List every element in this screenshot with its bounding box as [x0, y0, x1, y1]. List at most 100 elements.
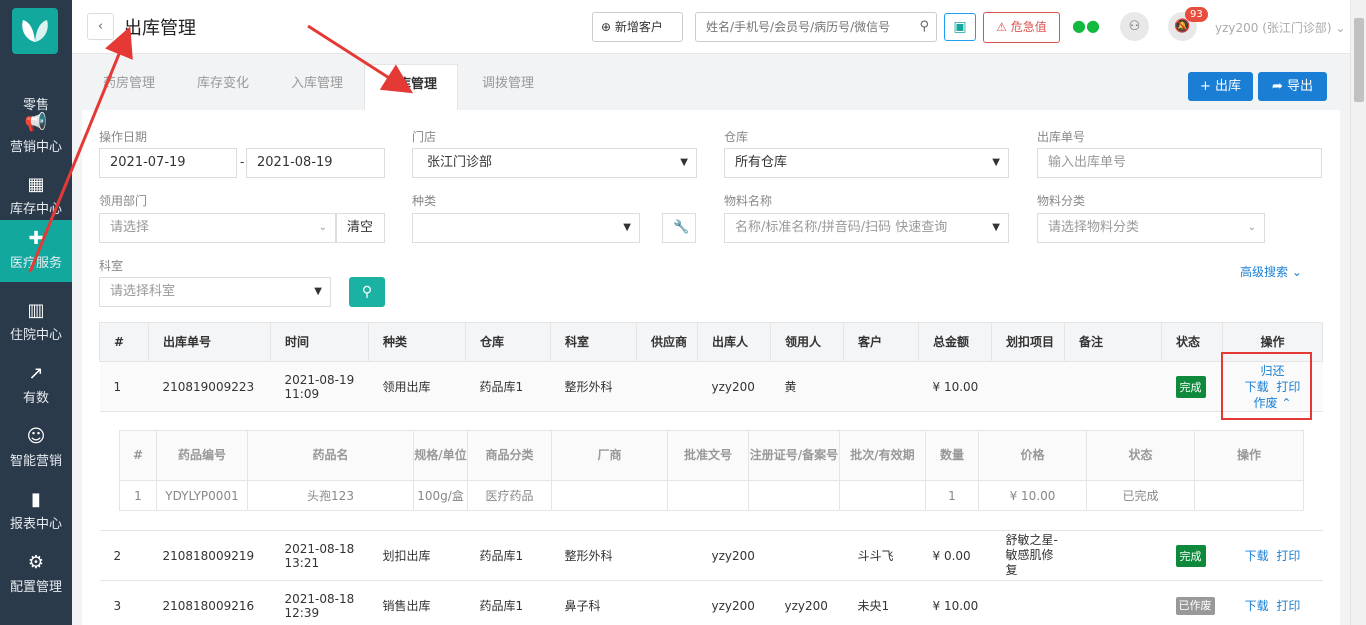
- chevron-down-icon: ▼: [680, 157, 688, 168]
- global-search: ⚲: [695, 12, 937, 42]
- dept-select[interactable]: 请选择 ⌄: [99, 213, 336, 243]
- outbound-button[interactable]: + 出库: [1188, 72, 1253, 101]
- drug-category: 医疗药品: [467, 480, 552, 511]
- registration-no: [748, 480, 840, 511]
- sidebar-item-reports[interactable]: ▮ 报表中心: [0, 481, 72, 543]
- export-button[interactable]: ➦ 导出: [1258, 72, 1327, 101]
- id-card-button[interactable]: ▣: [944, 13, 976, 41]
- row-index: 3: [99, 580, 149, 625]
- kind: 销售出库: [368, 580, 466, 625]
- table-row[interactable]: 2 210818009219 2021-08-18 13:21 划扣出库 药品库…: [99, 530, 1323, 581]
- tab-inbound[interactable]: 入库管理: [270, 64, 364, 110]
- customer: 未央1: [843, 580, 919, 625]
- clear-button[interactable]: 清空: [336, 213, 385, 243]
- tab-stock-change[interactable]: 库存变化: [176, 64, 270, 110]
- page-scrollbar[interactable]: [1350, 0, 1366, 625]
- table-row[interactable]: 3 210818009216 2021-08-18 12:39 销售出库 药品库…: [99, 580, 1323, 625]
- page-title: 出库管理: [124, 18, 196, 39]
- sidebar-item-settings[interactable]: ⚙ 配置管理: [0, 544, 72, 606]
- back-button[interactable]: ‹: [87, 13, 114, 40]
- trend-chart-icon: ↗: [28, 363, 44, 384]
- print-link[interactable]: 打印: [1276, 549, 1300, 563]
- out-no-label: 出库单号: [1037, 130, 1086, 144]
- users-icon[interactable]: ⚇: [1120, 12, 1149, 41]
- office-placeholder: 请选择科室: [110, 284, 176, 299]
- office-select[interactable]: 请选择科室 ▼: [99, 277, 331, 307]
- date-from-input[interactable]: 2021-07-19: [99, 148, 237, 178]
- wechat-icon[interactable]: ●●: [1072, 16, 1100, 35]
- scroll-thumb[interactable]: [1354, 18, 1364, 102]
- kind-select[interactable]: ▼: [412, 213, 640, 243]
- app-logo[interactable]: [12, 8, 58, 54]
- material-cat-select[interactable]: 请选择物料分类 ⌄: [1037, 213, 1265, 243]
- sidebar-item-inpatient[interactable]: ▥ 住院中心: [0, 292, 72, 354]
- sidebar-item-smart-marketing[interactable]: ☺ 智能营销: [0, 418, 72, 480]
- detail-table: # 药品编号 药品名 规格/单位 商品分类 厂商 批准文号 注册证号/备案号 批…: [119, 430, 1304, 511]
- dept-label: 领用部门: [99, 194, 148, 208]
- search-icon[interactable]: ⚲: [919, 19, 929, 34]
- wrench-icon: 🔧: [673, 220, 690, 235]
- sidebar-item-data[interactable]: ↗ 有数: [0, 355, 72, 417]
- new-customer-button[interactable]: ⊕ 新增客户: [592, 12, 683, 42]
- store-label: 门店: [412, 130, 437, 144]
- search-button[interactable]: ⚲: [349, 277, 385, 307]
- col-header: 划扣项目: [991, 322, 1065, 362]
- out-by: yzy200: [697, 530, 771, 581]
- material-name-select[interactable]: 名称/标准名称/拼音码/扫码 快速查询 ▼: [724, 213, 1009, 243]
- download-link[interactable]: 下载: [1245, 549, 1269, 563]
- chevron-down-icon: ▼: [992, 157, 1000, 168]
- global-search-input[interactable]: [696, 13, 906, 41]
- col-header: 客户: [843, 322, 919, 362]
- store-select[interactable]: 张江门诊部 ▼: [412, 148, 697, 178]
- sidebar-item-medical[interactable]: ✚ 医疗服务: [0, 220, 72, 282]
- tab-transfer[interactable]: 调拨管理: [458, 64, 558, 110]
- medical-kit-icon: ✚: [28, 228, 44, 249]
- tab-outbound[interactable]: 出库管理: [364, 64, 458, 110]
- time: 2021-08-18 12:39: [270, 580, 369, 625]
- wrench-button[interactable]: 🔧: [662, 213, 696, 243]
- out-by: yzy200: [697, 580, 771, 625]
- person-circle-icon: ☺: [26, 426, 46, 447]
- user-menu[interactable]: yzy200 (张江门诊部) ⌄: [1215, 19, 1345, 36]
- date-separator: -: [240, 155, 245, 169]
- amount: ¥ 10.00: [918, 580, 992, 625]
- taker: 黄: [770, 361, 844, 412]
- kind: 划扣出库: [368, 530, 466, 581]
- warehouse-select[interactable]: 所有仓库 ▼: [724, 148, 1009, 178]
- warehouse-label: 仓库: [724, 130, 749, 144]
- date-to-input[interactable]: 2021-08-19: [246, 148, 385, 178]
- tab-pharmacy[interactable]: 药房管理: [82, 64, 176, 110]
- share-icon: ➦: [1271, 79, 1283, 94]
- drug-spec: 100g/盒: [413, 480, 468, 511]
- col-header: 数量: [925, 430, 979, 481]
- print-link[interactable]: 打印: [1276, 599, 1300, 613]
- approval-no: [667, 480, 749, 511]
- status-badge: 完成: [1175, 544, 1206, 567]
- search-icon: ⚲: [361, 284, 373, 300]
- sidebar-item-label: 报表中心: [9, 517, 62, 532]
- critical-value-button[interactable]: ⚠ 危急值: [983, 12, 1060, 43]
- sidebar-item-inventory[interactable]: ▦ 库存中心: [0, 166, 72, 228]
- store-value: 张江门诊部: [427, 155, 493, 170]
- time: 2021-08-18 13:21: [270, 530, 369, 581]
- col-header: #: [99, 322, 149, 362]
- gear-icon: ⚙: [27, 552, 45, 573]
- col-header: 商品分类: [467, 430, 552, 481]
- download-link[interactable]: 下载: [1245, 599, 1269, 613]
- status-badge: 完成: [1175, 375, 1206, 398]
- double-chevron-down-icon: ⌄: [1291, 265, 1302, 279]
- sidebar-item-marketing[interactable]: 📢 营销中心: [0, 104, 72, 166]
- col-header: 状态: [1161, 322, 1223, 362]
- office: 整形外科: [550, 530, 637, 581]
- advanced-search-link[interactable]: 高级搜索 ⌄: [1240, 263, 1302, 280]
- plus-icon: +: [1199, 79, 1211, 94]
- out-no: 210819009223: [148, 361, 271, 412]
- material-cat-label: 物料分类: [1037, 194, 1086, 208]
- out-no-input[interactable]: 输入出库单号: [1037, 148, 1322, 178]
- outbound-label: 出库: [1215, 79, 1242, 94]
- col-header: 批准文号: [667, 430, 749, 481]
- sidebar-item-label: 库存中心: [9, 202, 62, 217]
- office: 整形外科: [550, 361, 637, 412]
- table-row[interactable]: 1 210819009223 2021-08-19 11:09 领用出库 药品库…: [99, 361, 1323, 412]
- supplier: [636, 580, 698, 625]
